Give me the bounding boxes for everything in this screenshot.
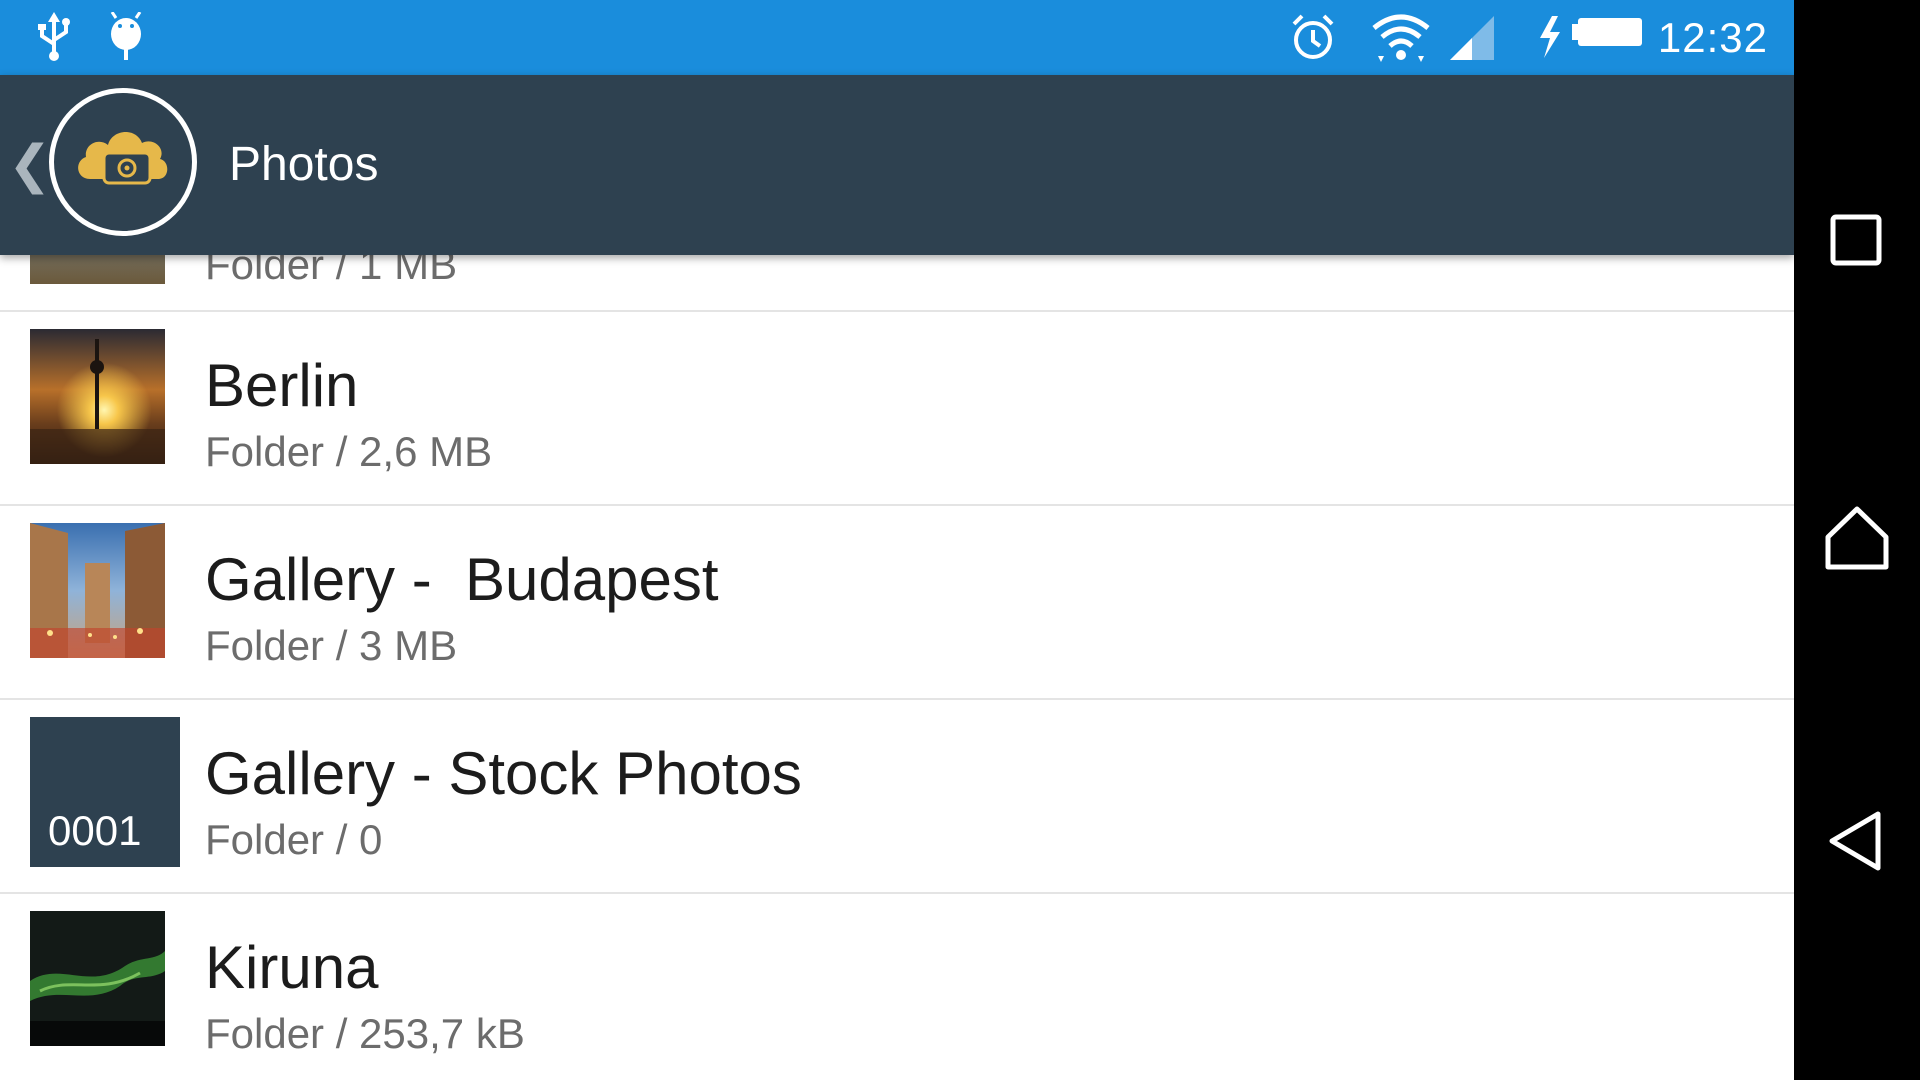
- budapest-thumbnail: [30, 523, 165, 658]
- item-subtitle: Folder / 253,7 kB: [205, 1010, 525, 1057]
- app-bar: ❮ Photos: [0, 75, 1794, 255]
- item-title: Gallery - Budapest: [205, 546, 719, 613]
- up-chevron-icon[interactable]: ❮: [8, 135, 52, 195]
- kiruna-thumbnail: [30, 911, 165, 1046]
- item-subtitle: Folder / 2,6 MB: [205, 428, 493, 475]
- home-button[interactable]: [1822, 503, 1892, 573]
- recent-apps-button[interactable]: [1822, 206, 1892, 276]
- cloud-camera-icon: [78, 131, 168, 185]
- usb-icon: [36, 12, 72, 67]
- app-screen: Folder / 1 MB Berlin Folder / 2,6 MB Gal…: [0, 0, 1794, 1080]
- app-title: Photos: [229, 138, 379, 191]
- navigation-bar: [1794, 0, 1920, 1080]
- list-item[interactable]: 0001 Gallery - Stock Photos Folder / 0: [0, 701, 1794, 894]
- clock-time: 12:32: [1657, 14, 1768, 61]
- list-item[interactable]: Kiruna Folder / 253,7 kB: [0, 895, 1794, 1080]
- battery-charging-icon: [1538, 12, 1644, 67]
- folder-count-badge: 0001: [30, 717, 180, 867]
- list-item[interactable]: Berlin Folder / 2,6 MB: [0, 313, 1794, 506]
- folder-count-text: 0001: [48, 807, 142, 854]
- signal-icon: [1450, 12, 1496, 67]
- back-icon: [1829, 811, 1881, 871]
- back-button[interactable]: [1822, 806, 1892, 876]
- alarm-icon: [1290, 12, 1336, 67]
- item-subtitle: Folder / 0: [205, 816, 383, 863]
- recent-apps-icon: [1830, 214, 1882, 266]
- home-icon: [1825, 506, 1889, 570]
- item-title: Kiruna: [205, 934, 379, 1001]
- app-logo[interactable]: [49, 88, 197, 236]
- item-title: Gallery - Stock Photos: [205, 740, 802, 807]
- wifi-icon: [1372, 12, 1430, 69]
- android-debug-icon: [108, 11, 144, 67]
- item-title: Berlin: [205, 352, 359, 419]
- list-item[interactable]: Gallery - Budapest Folder / 3 MB: [0, 507, 1794, 700]
- berlin-thumbnail: [30, 329, 165, 464]
- status-bar: 12:32: [0, 0, 1794, 75]
- item-subtitle: Folder / 3 MB: [205, 622, 458, 669]
